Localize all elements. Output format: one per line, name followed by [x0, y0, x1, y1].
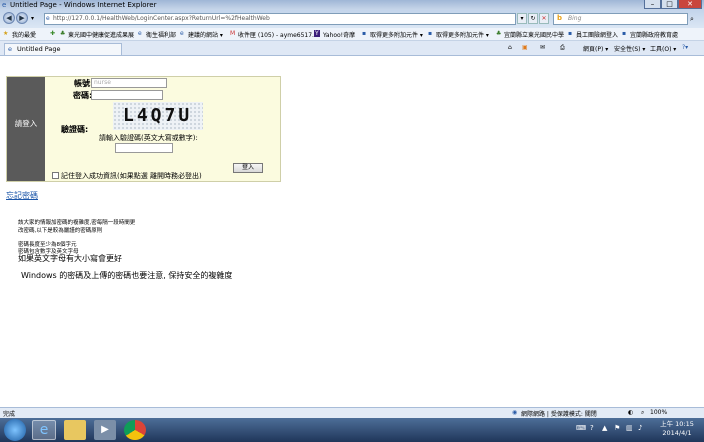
site-icon: ▪	[568, 30, 573, 37]
site-icon: ▪	[362, 30, 367, 37]
forgot-password-link[interactable]: 忘記密碼	[6, 190, 38, 201]
account-input[interactable]: nurse	[91, 78, 167, 88]
favorite-item[interactable]: 宜蘭縣立東光國民中學	[504, 30, 564, 39]
home-icon[interactable]: ⌂	[508, 44, 512, 51]
captcha-input[interactable]	[115, 143, 173, 153]
search-field[interactable]: b Bing	[553, 13, 688, 25]
captcha-image: L4Q7U	[113, 102, 203, 130]
title-bar: e Untitled Page - Windows Internet Explo…	[0, 0, 704, 10]
favorite-item[interactable]: 取得更多附加元件 ▾	[370, 30, 423, 39]
captcha-hint: 請輸入驗證碼(英文大寫或數字):	[99, 134, 198, 142]
close-button[interactable]: ✕	[678, 0, 702, 9]
favorite-item[interactable]: Yahoo!奇摩	[323, 30, 355, 39]
address-url: http://127.0.0.1/HealthWeb/LoginCenter.a…	[53, 15, 270, 22]
captcha-label: 驗證碼:	[61, 125, 89, 134]
favorite-item[interactable]: 東光國中健康促進成果展	[68, 30, 134, 39]
language-icon[interactable]: ⌨	[576, 424, 586, 432]
password-tip-line: 該大家的情報加密碼的複雜度,密每隔一段時間更	[18, 220, 136, 226]
page-menu[interactable]: 網頁(P) ▾	[583, 44, 608, 53]
mail-icon[interactable]: ✉	[540, 44, 545, 51]
password-input[interactable]	[91, 90, 163, 100]
zoom-icon[interactable]: ⌕	[641, 409, 644, 417]
address-row: ◀ ▶ ▾ e http://127.0.0.1/HealthWeb/Login…	[0, 10, 704, 28]
print-icon[interactable]: ⎙	[560, 44, 565, 52]
media-player-taskbar-icon[interactable]: ▶	[94, 420, 116, 440]
clock[interactable]: 上午 10:15 2014/4/1	[655, 420, 699, 438]
help-icon[interactable]: ?▾	[682, 44, 688, 51]
help-tray-icon[interactable]: ?	[590, 424, 594, 432]
protected-icon: ◐	[628, 409, 634, 416]
minimize-button[interactable]: –	[644, 0, 661, 9]
favorite-item[interactable]: 衛生福利部	[146, 30, 176, 39]
add-favorite-icon[interactable]: ✚	[50, 30, 55, 37]
favorites-button[interactable]: 我的最愛	[12, 30, 36, 39]
favorite-item[interactable]: 建議的網站 ▾	[188, 30, 223, 39]
remember-checkbox[interactable]	[52, 172, 59, 179]
captcha-text: L4Q7U	[123, 105, 193, 126]
taskbar: e ▶ ⌨ ? ▲ ⚑ ▥ ♪ 上午 10:15 2014/4/1	[0, 418, 704, 442]
login-button[interactable]: 登入	[233, 163, 263, 173]
search-icon[interactable]: ⌕	[690, 15, 694, 24]
favorites-bar: ★ 我的最愛 ✚ ♣ 東光國中健康促進成果展 e 衛生福利部 e 建議的網站 ▾…	[0, 28, 704, 41]
site-icon: e	[138, 30, 142, 37]
page-icon: e	[46, 15, 50, 22]
ie-icon: e	[2, 1, 7, 9]
tools-menu[interactable]: 工具(O) ▾	[650, 44, 676, 53]
password-tip-line: Windows 的密碼及上傳的密碼也要注意, 保持安全的複雜度	[21, 271, 233, 280]
favorite-item[interactable]: 宜蘭縣政府教育處	[630, 30, 678, 39]
tab-untitled[interactable]: e Untitled Page	[4, 43, 122, 55]
site-icon: ♣	[60, 30, 66, 37]
back-button[interactable]: ◀	[3, 12, 15, 24]
volume-icon[interactable]: ♪	[638, 424, 642, 432]
login-sidebar: 請登入	[7, 77, 45, 181]
password-tip-line: 如果英文字母有大小寫會更好	[18, 254, 122, 263]
address-field[interactable]: e http://127.0.0.1/HealthWeb/LoginCenter…	[44, 13, 516, 25]
tab-row: e Untitled Page ⌂ ▣ ✉ ⎙ 網頁(P) ▾ 安全性(S) ▾…	[0, 41, 704, 56]
clock-time: 上午 10:15	[660, 420, 694, 428]
site-icon: ▪	[428, 30, 433, 37]
ie-taskbar-icon[interactable]: e	[32, 420, 56, 440]
password-tip-line: 改密碼,以下是較為嚴謹的密碼原則	[18, 228, 103, 234]
safety-menu[interactable]: 安全性(S) ▾	[614, 44, 645, 53]
login-sidebar-label: 請登入	[14, 119, 38, 128]
maximize-button[interactable]: □	[661, 0, 678, 9]
page-icon: e	[8, 45, 12, 53]
forward-button[interactable]: ▶	[16, 12, 28, 24]
site-icon: ♣	[496, 30, 502, 37]
status-bar: 完成 ◉ 網際網路 | 受保護模式: 關閉 ◐ ⌕ 100%	[0, 407, 704, 418]
site-icon: ▪	[622, 30, 627, 37]
chrome-taskbar-icon[interactable]	[124, 420, 146, 440]
tray-expand-icon[interactable]: ▲	[602, 424, 607, 432]
login-panel: 請登入 帳號: nurse 密碼: L4Q7U 驗證碼: 請輸入驗證碼(英文大寫…	[6, 76, 281, 182]
favorite-item[interactable]: 收件匣 (105) - ayme6517...	[238, 30, 318, 39]
window-title: Untitled Page - Windows Internet Explore…	[10, 1, 157, 9]
favorite-item[interactable]: 員工團險網登入	[576, 30, 618, 39]
clock-date: 2014/4/1	[662, 429, 692, 437]
history-dropdown-icon[interactable]: ▾	[31, 15, 34, 22]
zoom-level[interactable]: 100%	[650, 409, 667, 416]
star-icon: ★	[3, 30, 9, 37]
refresh-icon[interactable]: ↻	[528, 13, 538, 24]
action-center-icon[interactable]: ⚑	[614, 424, 620, 432]
tab-title: Untitled Page	[17, 45, 61, 53]
bing-icon: b	[557, 14, 563, 22]
feeds-icon[interactable]: ▣	[522, 44, 528, 51]
password-label: 密碼:	[73, 91, 93, 100]
start-button[interactable]	[4, 419, 26, 441]
gmail-icon: M	[230, 30, 236, 37]
security-zone: 網際網路 | 受保護模式: 關閉	[521, 411, 597, 418]
explorer-taskbar-icon[interactable]	[64, 420, 86, 440]
search-placeholder: Bing	[568, 15, 582, 22]
remember-label: 記住登入成功資訊(如果點選 離開時務必登出)	[61, 172, 202, 180]
status-text: 完成	[3, 411, 16, 418]
favorite-item[interactable]: 取得更多附加元件 ▾	[436, 30, 489, 39]
stop-icon[interactable]: ✕	[539, 13, 549, 24]
site-icon: e	[180, 30, 184, 37]
address-dropdown-icon[interactable]: ▾	[517, 13, 527, 24]
globe-icon: ◉	[512, 409, 518, 416]
network-icon[interactable]: ▥	[626, 424, 633, 432]
yahoo-icon: Y	[314, 30, 320, 37]
